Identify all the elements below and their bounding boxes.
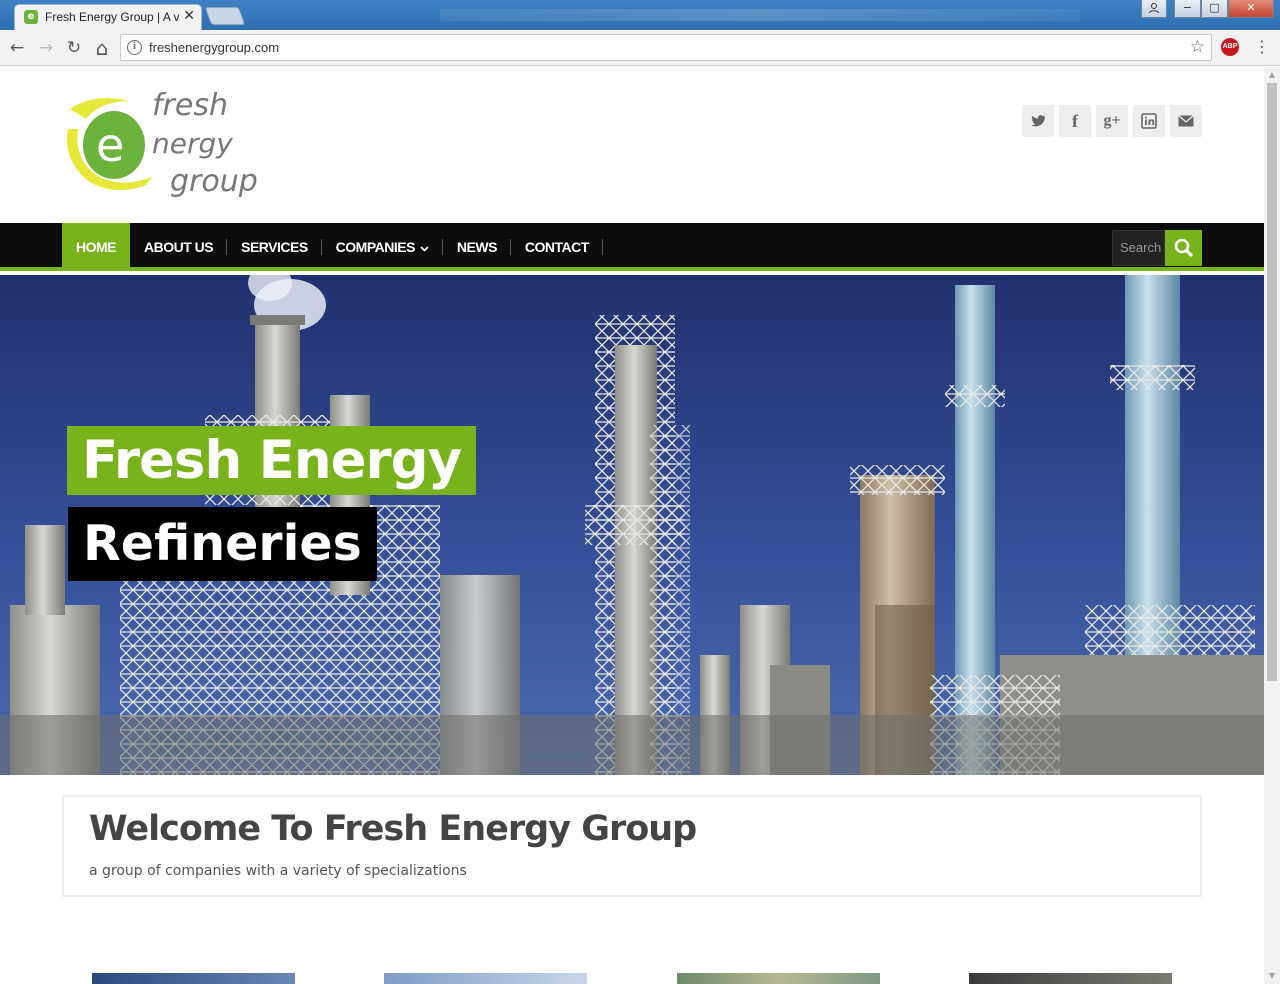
logo-word-3: group (170, 164, 258, 199)
url-text[interactable]: freshenergygroup.com (149, 40, 279, 55)
search-icon (1174, 238, 1193, 257)
home-icon[interactable]: ⌂ (91, 37, 113, 59)
welcome-panel: Welcome To Fresh Energy Group a group of… (62, 795, 1202, 897)
nav-item-companies[interactable]: COMPANIES (322, 223, 444, 271)
browser-menu-icon[interactable]: ⋮ (1254, 36, 1270, 58)
hero-slider: Fresh Energy Refineries (0, 275, 1264, 775)
nav-item-contact[interactable]: CONTACT (511, 223, 603, 271)
welcome-title: Welcome To Fresh Energy Group (89, 809, 697, 849)
nav-item-news[interactable]: NEWS (443, 223, 511, 271)
scroll-up-arrow-icon[interactable]: ▲ (1264, 67, 1280, 83)
new-tab-button[interactable] (204, 7, 246, 25)
site-info-icon[interactable]: i (127, 40, 142, 55)
scrollbar-thumb[interactable] (1267, 83, 1277, 681)
search-input[interactable]: Search (1112, 230, 1165, 266)
forward-icon[interactable]: → (35, 37, 57, 59)
title-bar-blurred-text (440, 9, 1080, 21)
company-thumbnail[interactable] (92, 973, 295, 984)
browser-tab[interactable]: e Fresh Energy Group | A v ✕ (14, 4, 202, 30)
company-thumbnail[interactable] (677, 973, 880, 984)
nav-item-home[interactable]: HOME (62, 223, 130, 271)
chevron-down-icon (420, 246, 429, 252)
minimize-button[interactable]: − (1174, 0, 1201, 18)
reload-icon[interactable]: ↻ (63, 37, 85, 59)
logo-word-2: nergy (152, 127, 233, 160)
welcome-subtitle: a group of companies with a variety of s… (89, 863, 467, 879)
logo-letter: e (96, 118, 124, 172)
main-navigation: HOME ABOUT US SERVICES COMPANIES NEWS CO… (0, 223, 1264, 271)
page-scrollbar[interactable]: ▲ ▼ (1264, 67, 1280, 984)
back-icon[interactable]: ← (6, 37, 28, 59)
tab-close-icon[interactable]: ✕ (183, 8, 195, 24)
adblock-extension-icon[interactable]: ABP (1221, 38, 1239, 56)
linkedin-icon[interactable] (1133, 105, 1165, 137)
profile-button[interactable] (1141, 0, 1167, 18)
fresh-energy-group-logo[interactable]: e fresh nergy group (60, 89, 270, 201)
company-thumbnail[interactable] (384, 973, 587, 984)
page-viewport: e fresh nergy group f g+ HOME ABOUT US S… (0, 67, 1264, 984)
nav-item-services[interactable]: SERVICES (227, 223, 322, 271)
company-thumbnail[interactable] (969, 973, 1172, 984)
facebook-icon[interactable]: f (1059, 105, 1091, 137)
nav-item-about-us[interactable]: ABOUT US (130, 223, 228, 271)
user-icon (1149, 3, 1159, 14)
logo-word-1: fresh (152, 89, 228, 123)
hero-title: Fresh Energy (67, 426, 477, 495)
browser-title-bar: e Fresh Energy Group | A v ✕ − □ ✕ (0, 0, 1280, 30)
google-plus-icon[interactable]: g+ (1096, 105, 1128, 137)
email-icon[interactable] (1170, 105, 1202, 137)
nav-item-companies-label: COMPANIES (335, 239, 416, 255)
search-button[interactable] (1165, 230, 1202, 266)
maximize-button[interactable]: □ (1201, 0, 1228, 18)
twitter-icon[interactable] (1022, 105, 1054, 137)
tab-title: Fresh Energy Group | A v (45, 10, 179, 24)
site-favicon-icon: e (24, 10, 38, 24)
browser-toolbar: ← → ↻ ⌂ i freshenergygroup.com ☆ ABP ⋮ (0, 30, 1280, 66)
scroll-down-arrow-icon[interactable]: ▼ (1264, 968, 1280, 984)
bookmark-star-icon[interactable]: ☆ (1190, 37, 1205, 57)
hero-subtitle: Refineries (68, 507, 377, 581)
address-bar[interactable]: i freshenergygroup.com ☆ (120, 34, 1212, 61)
close-window-button[interactable]: ✕ (1228, 0, 1274, 18)
